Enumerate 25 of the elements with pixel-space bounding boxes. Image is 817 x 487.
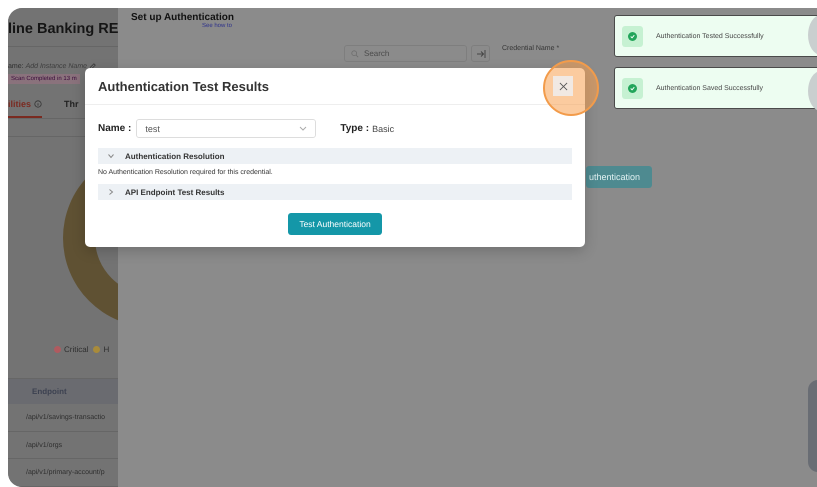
dialog-title: Authentication Test Results <box>98 78 269 94</box>
search-input[interactable]: Search <box>362 48 456 59</box>
test-authentication-button[interactable]: Test Authentication <box>288 213 382 235</box>
legend-item: Critical <box>54 344 88 354</box>
legend-item: H <box>93 344 110 354</box>
close-button[interactable] <box>553 76 573 96</box>
authentication-button[interactable]: uthentication <box>586 166 652 188</box>
search-field[interactable]: Search <box>344 45 467 62</box>
type-value: Basic <box>372 124 394 134</box>
type-label: Type : <box>340 123 370 134</box>
search-icon <box>351 50 359 58</box>
name-select[interactable]: test <box>136 119 316 138</box>
accordion-header[interactable]: Authentication Resolution <box>98 148 572 164</box>
info-icon <box>34 100 42 108</box>
tab[interactable]: Thr <box>64 96 79 118</box>
accordion-header[interactable]: API Endpoint Test Results <box>98 184 572 200</box>
drawer-title: Set up Authentication <box>131 12 235 23</box>
close-icon <box>558 82 568 90</box>
arrow-to-bar-icon <box>476 50 486 58</box>
tab[interactable]: ilities <box>8 96 42 118</box>
name-label: Name : <box>98 123 132 134</box>
collapse-button[interactable] <box>471 45 490 62</box>
chevron-down-icon <box>299 126 308 131</box>
chevron-down-icon <box>108 153 114 159</box>
chevron-right-icon <box>108 189 114 195</box>
